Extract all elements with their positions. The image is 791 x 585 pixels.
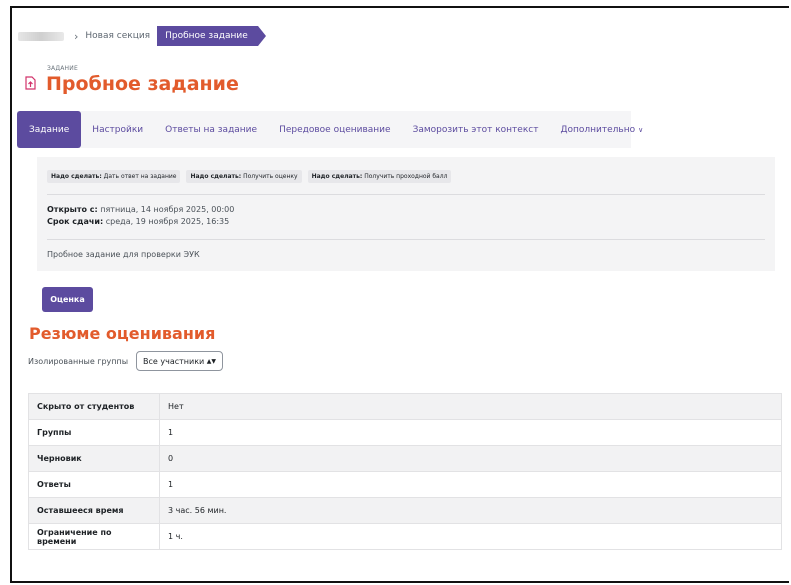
divider bbox=[47, 194, 765, 195]
summary-key: Оставшееся время bbox=[28, 497, 160, 524]
tab-assignment[interactable]: Задание bbox=[17, 111, 82, 148]
summary-key: Черновик bbox=[28, 445, 160, 472]
summary-value: 3 час. 56 мин. bbox=[159, 497, 782, 524]
summary-key: Скрыто от студентов bbox=[28, 393, 160, 420]
group-select[interactable]: Все участники ▲▼ bbox=[136, 351, 223, 371]
table-row: Черновик 0 bbox=[28, 445, 782, 472]
table-row: Оставшееся время 3 час. 56 мин. bbox=[28, 497, 782, 524]
grade-button[interactable]: Оценка bbox=[42, 287, 93, 312]
group-select-value: Все участники bbox=[143, 356, 205, 366]
grading-summary-table: Скрыто от студентов Нет Группы 1 Чернови… bbox=[28, 393, 782, 550]
tab-settings[interactable]: Настройки bbox=[81, 111, 154, 148]
activity-dates: Открыто с: пятница, 14 ноября 2025, 00:0… bbox=[47, 204, 234, 228]
activity-description: Пробное задание для проверки ЭУК bbox=[47, 250, 200, 259]
summary-value: 1 ч. bbox=[159, 523, 782, 550]
secondary-navigation: Задание Настройки Ответы на задание Пере… bbox=[17, 111, 643, 148]
due-date-row: Срок сдачи: среда, 19 ноября 2025, 16:35 bbox=[47, 216, 234, 228]
summary-value: 1 bbox=[159, 419, 782, 446]
summary-key: Группы bbox=[28, 419, 160, 446]
activity-type-label: ЗАДАНИЕ bbox=[47, 65, 78, 72]
select-arrows-icon: ▲▼ bbox=[206, 357, 216, 365]
table-row: Ответы 1 bbox=[28, 471, 782, 498]
completion-badge-prefix: Надо сделать: bbox=[311, 173, 363, 180]
summary-value: 0 bbox=[159, 445, 782, 472]
grading-summary-title: Резюме оценивания bbox=[29, 324, 216, 343]
divider bbox=[47, 239, 765, 240]
opened-date-label: Открыто с: bbox=[47, 205, 98, 214]
table-row: Ограничение по времени 1 ч. bbox=[28, 523, 782, 550]
tab-advanced-grading[interactable]: Передовое оценивание bbox=[268, 111, 402, 148]
completion-badge-text: Дать ответ на задание bbox=[103, 173, 177, 180]
group-mode-label: Изолированные группы bbox=[28, 357, 129, 366]
summary-value: 1 bbox=[159, 471, 782, 498]
tab-submissions[interactable]: Ответы на задание bbox=[154, 111, 268, 148]
breadcrumb: › Новая секция Пробное задание bbox=[18, 26, 266, 46]
activity-information: Надо сделать: Дать ответ на задание Надо… bbox=[37, 157, 775, 271]
completion-badge: Надо сделать: Получить оценку bbox=[186, 170, 302, 183]
tab-more-label: Дополнительно bbox=[560, 124, 636, 135]
completion-badge: Надо сделать: Получить проходной балл bbox=[307, 170, 452, 183]
opened-date-row: Открыто с: пятница, 14 ноября 2025, 00:0… bbox=[47, 204, 234, 216]
due-date-label: Срок сдачи: bbox=[47, 217, 104, 226]
completion-badge: Надо сделать: Дать ответ на задание bbox=[47, 170, 181, 183]
completion-badge-text: Получить оценку bbox=[243, 173, 298, 180]
summary-value: Нет bbox=[159, 393, 782, 420]
summary-key: Ответы bbox=[28, 471, 160, 498]
assignment-upload-icon bbox=[25, 76, 36, 90]
page-title: Пробное задание bbox=[46, 73, 239, 95]
summary-key: Ограничение по времени bbox=[28, 523, 160, 550]
breadcrumb-course-link[interactable] bbox=[18, 31, 64, 41]
completion-badge-text: Получить проходной балл bbox=[364, 173, 448, 180]
chevron-right-icon: › bbox=[74, 29, 79, 43]
completion-requirements: Надо сделать: Дать ответ на задание Надо… bbox=[47, 170, 452, 183]
chevron-down-icon: ∨ bbox=[638, 125, 644, 134]
completion-badge-prefix: Надо сделать: bbox=[190, 173, 242, 180]
opened-date-value: пятница, 14 ноября 2025, 00:00 bbox=[100, 205, 235, 214]
breadcrumb-item-section[interactable]: Новая секция bbox=[85, 31, 150, 41]
tab-freeze-context[interactable]: Заморозить этот контекст bbox=[402, 111, 550, 148]
due-date-value: среда, 19 ноября 2025, 16:35 bbox=[105, 217, 230, 226]
breadcrumb-item-current[interactable]: Пробное задание bbox=[157, 26, 266, 46]
table-row: Группы 1 bbox=[28, 419, 782, 446]
completion-badge-prefix: Надо сделать: bbox=[51, 173, 102, 180]
table-row: Скрыто от студентов Нет bbox=[28, 393, 782, 420]
tab-more[interactable]: Дополнительно ∨ bbox=[549, 111, 654, 148]
